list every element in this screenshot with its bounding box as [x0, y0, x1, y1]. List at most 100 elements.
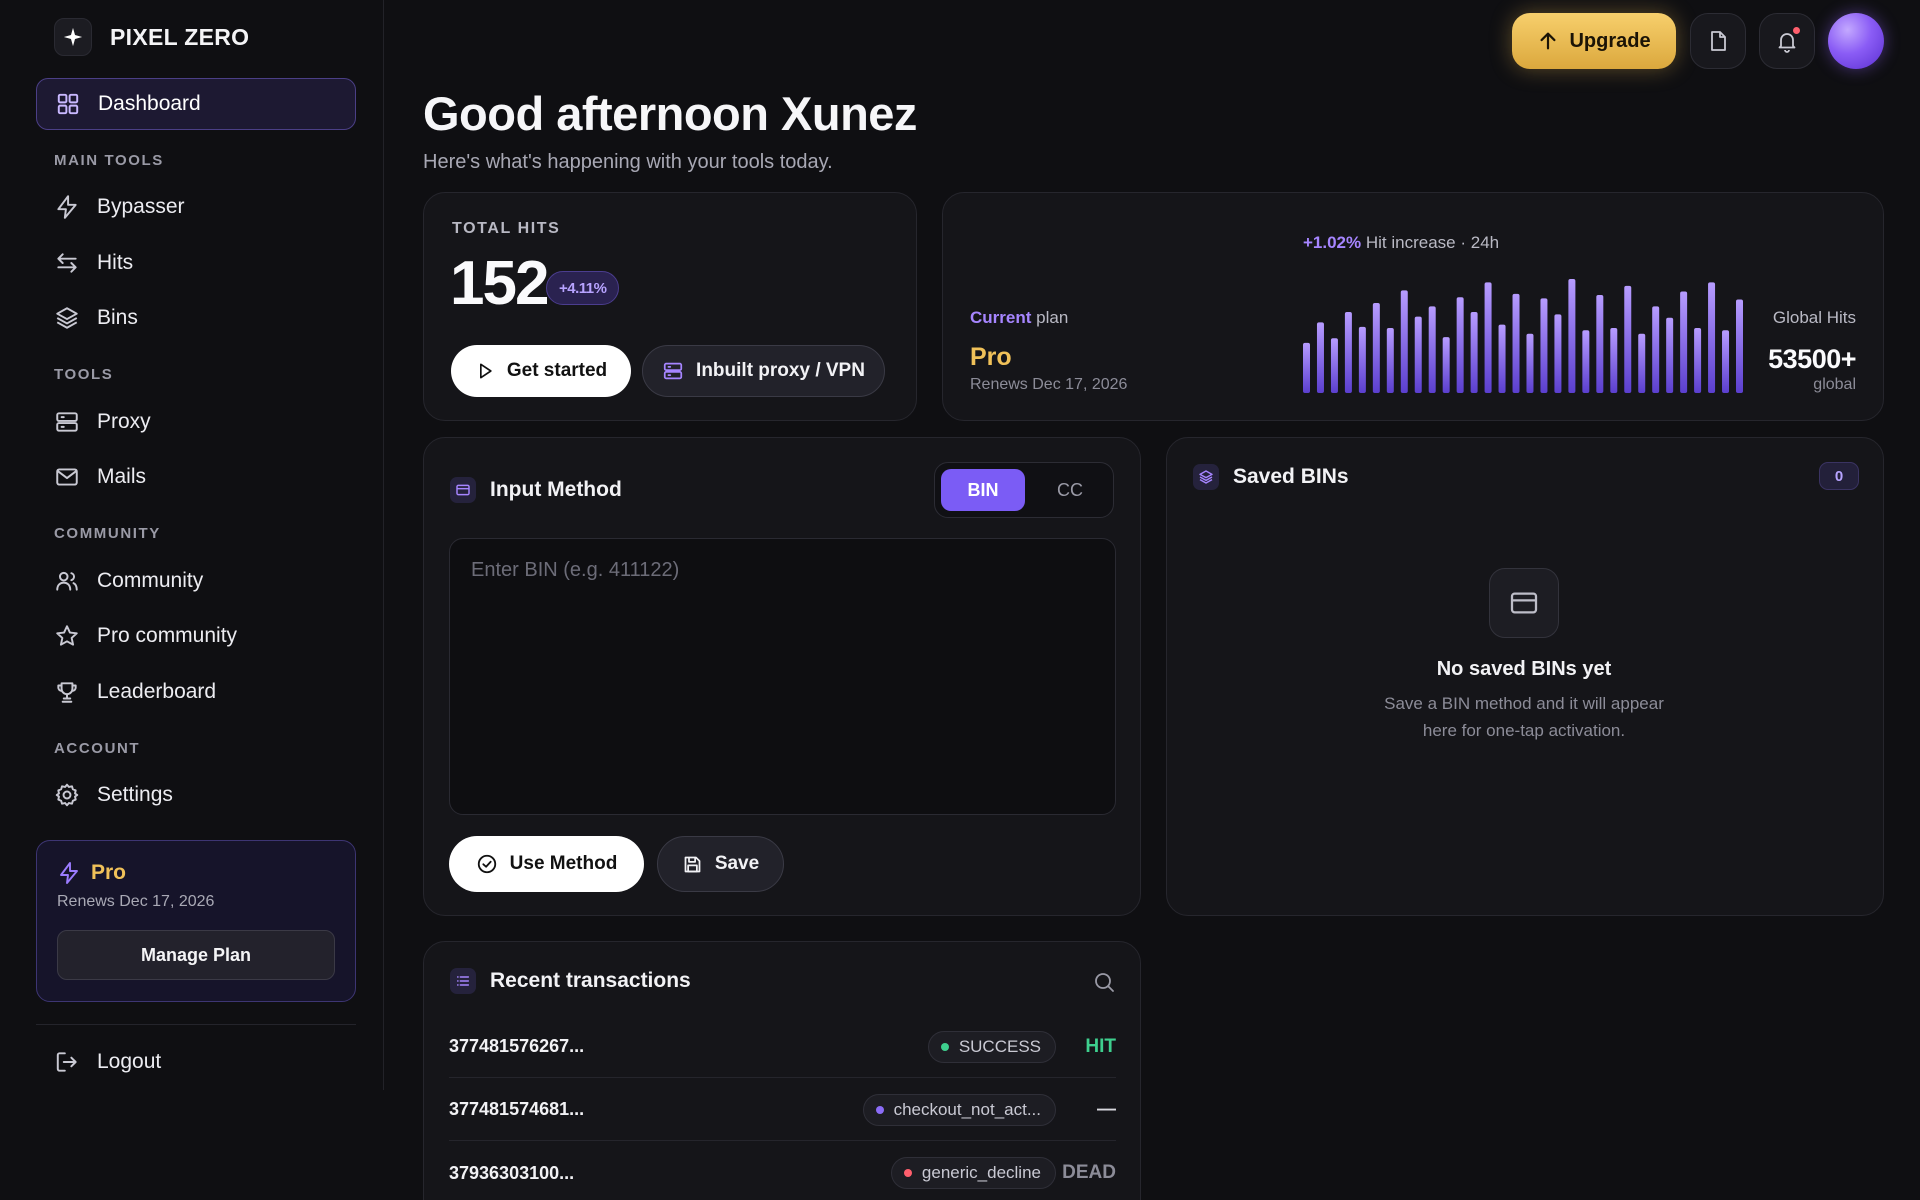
hit-increase-value: +1.02%	[1303, 233, 1362, 252]
activity-bar	[1610, 328, 1618, 393]
status-text: generic_decline	[921, 1163, 1041, 1182]
activity-bar	[1554, 314, 1562, 393]
sidebar-item-community[interactable]: Community	[36, 555, 356, 607]
activity-bar	[1330, 338, 1338, 393]
activity-bar	[1540, 298, 1548, 393]
sidebar-divider	[36, 1024, 356, 1025]
section-account: ACCOUNT	[54, 740, 141, 757]
manage-plan-button[interactable]: Manage Plan	[57, 930, 335, 980]
activity-bar	[1372, 302, 1380, 393]
bolt-icon	[54, 194, 80, 220]
activity-bar	[1568, 279, 1576, 393]
play-icon	[475, 361, 507, 381]
activity-bar	[1638, 333, 1646, 393]
activity-bar	[1708, 282, 1716, 393]
status-dot	[940, 1042, 949, 1051]
input-method-title: Input Method	[490, 478, 622, 501]
transaction-id: 37936303100...	[449, 1162, 575, 1183]
saved-bins-card: Saved BINs 0 No saved BINs yet Save a BI…	[1166, 437, 1884, 916]
sidebar-item-label: Pro community	[97, 624, 238, 647]
plan-overview-card: Current plan Pro Renews Dec 17, 2026 +1.…	[942, 192, 1884, 421]
activity-bar	[1470, 312, 1478, 393]
sidebar-item-proxy[interactable]: Proxy	[36, 396, 356, 448]
table-row[interactable]: 37936303100... generic_decline DEAD	[449, 1142, 1116, 1200]
save-icon	[682, 854, 715, 875]
status-text: checkout_not_act...	[893, 1099, 1041, 1119]
toggle-bin[interactable]: BIN	[941, 469, 1025, 511]
transactions-header: Recent transactions	[450, 968, 691, 994]
global-hits-label: Global Hits	[1772, 308, 1856, 327]
layers-icon	[1193, 464, 1219, 490]
sparkle-icon	[54, 18, 92, 56]
page-title: Good afternoon Xunez	[423, 87, 917, 140]
empty-state-text: Save a BIN method and it will appear her…	[1167, 690, 1881, 744]
global-hits-value: 53500+	[1768, 344, 1856, 374]
documents-button[interactable]	[1690, 13, 1746, 69]
users-icon	[54, 568, 80, 594]
save-button[interactable]: Save	[657, 836, 784, 892]
activity-bar	[1414, 316, 1422, 393]
section-community: COMMUNITY	[54, 525, 161, 542]
logout-button[interactable]: Logout	[36, 1036, 356, 1088]
saved-bins-title: Saved BINs	[1233, 465, 1349, 488]
plan-name: Pro	[970, 343, 1012, 371]
total-hits-card: TOTAL HITS 152 +4.11% Get started Inbuil…	[423, 192, 917, 421]
empty-state-line: here for one-tap activation.	[1422, 721, 1626, 740]
activity-bar	[1512, 293, 1520, 393]
sidebar-item-mails[interactable]: Mails	[36, 451, 356, 503]
sidebar-item-pro-community[interactable]: Pro community	[36, 610, 356, 662]
bin-input[interactable]: Enter BIN (e.g. 411122)	[449, 538, 1116, 815]
activity-bar	[1386, 328, 1394, 393]
activity-bar	[1736, 299, 1743, 393]
sidebar: PIXEL ZERO Dashboard MAIN TOOLS Bypasser…	[0, 0, 384, 1090]
transaction-id: 377481574681...	[449, 1099, 585, 1119]
search-icon[interactable]	[1092, 970, 1116, 994]
document-icon	[1706, 29, 1730, 53]
sidebar-item-dashboard[interactable]: Dashboard	[36, 78, 356, 130]
proxy-vpn-button[interactable]: Inbuilt proxy / VPN	[642, 345, 885, 397]
current-plan-label: Current plan	[970, 308, 1068, 328]
total-hits-label: TOTAL HITS	[452, 220, 561, 237]
plan-card-name: Pro	[91, 861, 127, 884]
sidebar-item-label: Settings	[97, 783, 173, 806]
page-subtitle: Here's what's happening with your tools …	[423, 151, 833, 173]
status-badge: SUCCESS	[927, 1030, 1056, 1063]
bolt-icon	[57, 861, 81, 885]
sidebar-item-label: Mails	[97, 465, 147, 488]
saved-bins-count: 0	[1819, 462, 1859, 490]
plan-card-renews: Renews Dec 17, 2026	[57, 893, 215, 910]
use-method-label: Use Method	[509, 853, 618, 874]
method-toggle: BIN CC	[934, 462, 1114, 518]
logout-icon	[54, 1049, 80, 1075]
toggle-cc[interactable]: CC	[1031, 469, 1109, 511]
section-main-tools: MAIN TOOLS	[54, 152, 164, 169]
grid-icon	[55, 91, 81, 117]
table-row[interactable]: 377481574681... checkout_not_act... —	[449, 1079, 1116, 1141]
total-hits-change-badge: +4.11%	[546, 271, 620, 305]
transactions-title: Recent transactions	[490, 969, 691, 992]
layers-icon	[54, 305, 80, 331]
sidebar-item-label: Leaderboard	[97, 680, 217, 703]
use-method-button[interactable]: Use Method	[449, 836, 644, 892]
upgrade-label: Upgrade	[1569, 29, 1651, 52]
empty-state-line: Save a BIN method and it will appear	[1384, 694, 1664, 713]
sidebar-item-label: Hits	[97, 251, 134, 274]
notifications-button[interactable]	[1759, 13, 1815, 69]
sidebar-item-bins[interactable]: Bins	[36, 292, 356, 344]
brand[interactable]: PIXEL ZERO	[54, 18, 249, 56]
activity-bar	[1694, 328, 1702, 393]
sidebar-item-leaderboard[interactable]: Leaderboard	[36, 666, 356, 718]
sidebar-item-settings[interactable]: Settings	[36, 769, 356, 821]
sidebar-item-bypasser[interactable]: Bypasser	[36, 181, 356, 233]
sidebar-item-label: Proxy	[97, 410, 151, 433]
table-row[interactable]: 377481576267... SUCCESS HIT	[449, 1016, 1116, 1078]
upgrade-button[interactable]: Upgrade	[1512, 13, 1676, 69]
get-started-button[interactable]: Get started	[451, 345, 631, 397]
sidebar-item-label: Bins	[97, 306, 138, 329]
activity-bar	[1428, 306, 1436, 393]
input-method-card: Input Method BIN CC Enter BIN (e.g. 4111…	[423, 437, 1141, 916]
plan-card-title: Pro	[57, 861, 126, 885]
credit-card-icon	[1489, 568, 1559, 638]
avatar[interactable]	[1828, 13, 1884, 69]
sidebar-item-hits[interactable]: Hits	[36, 237, 356, 289]
